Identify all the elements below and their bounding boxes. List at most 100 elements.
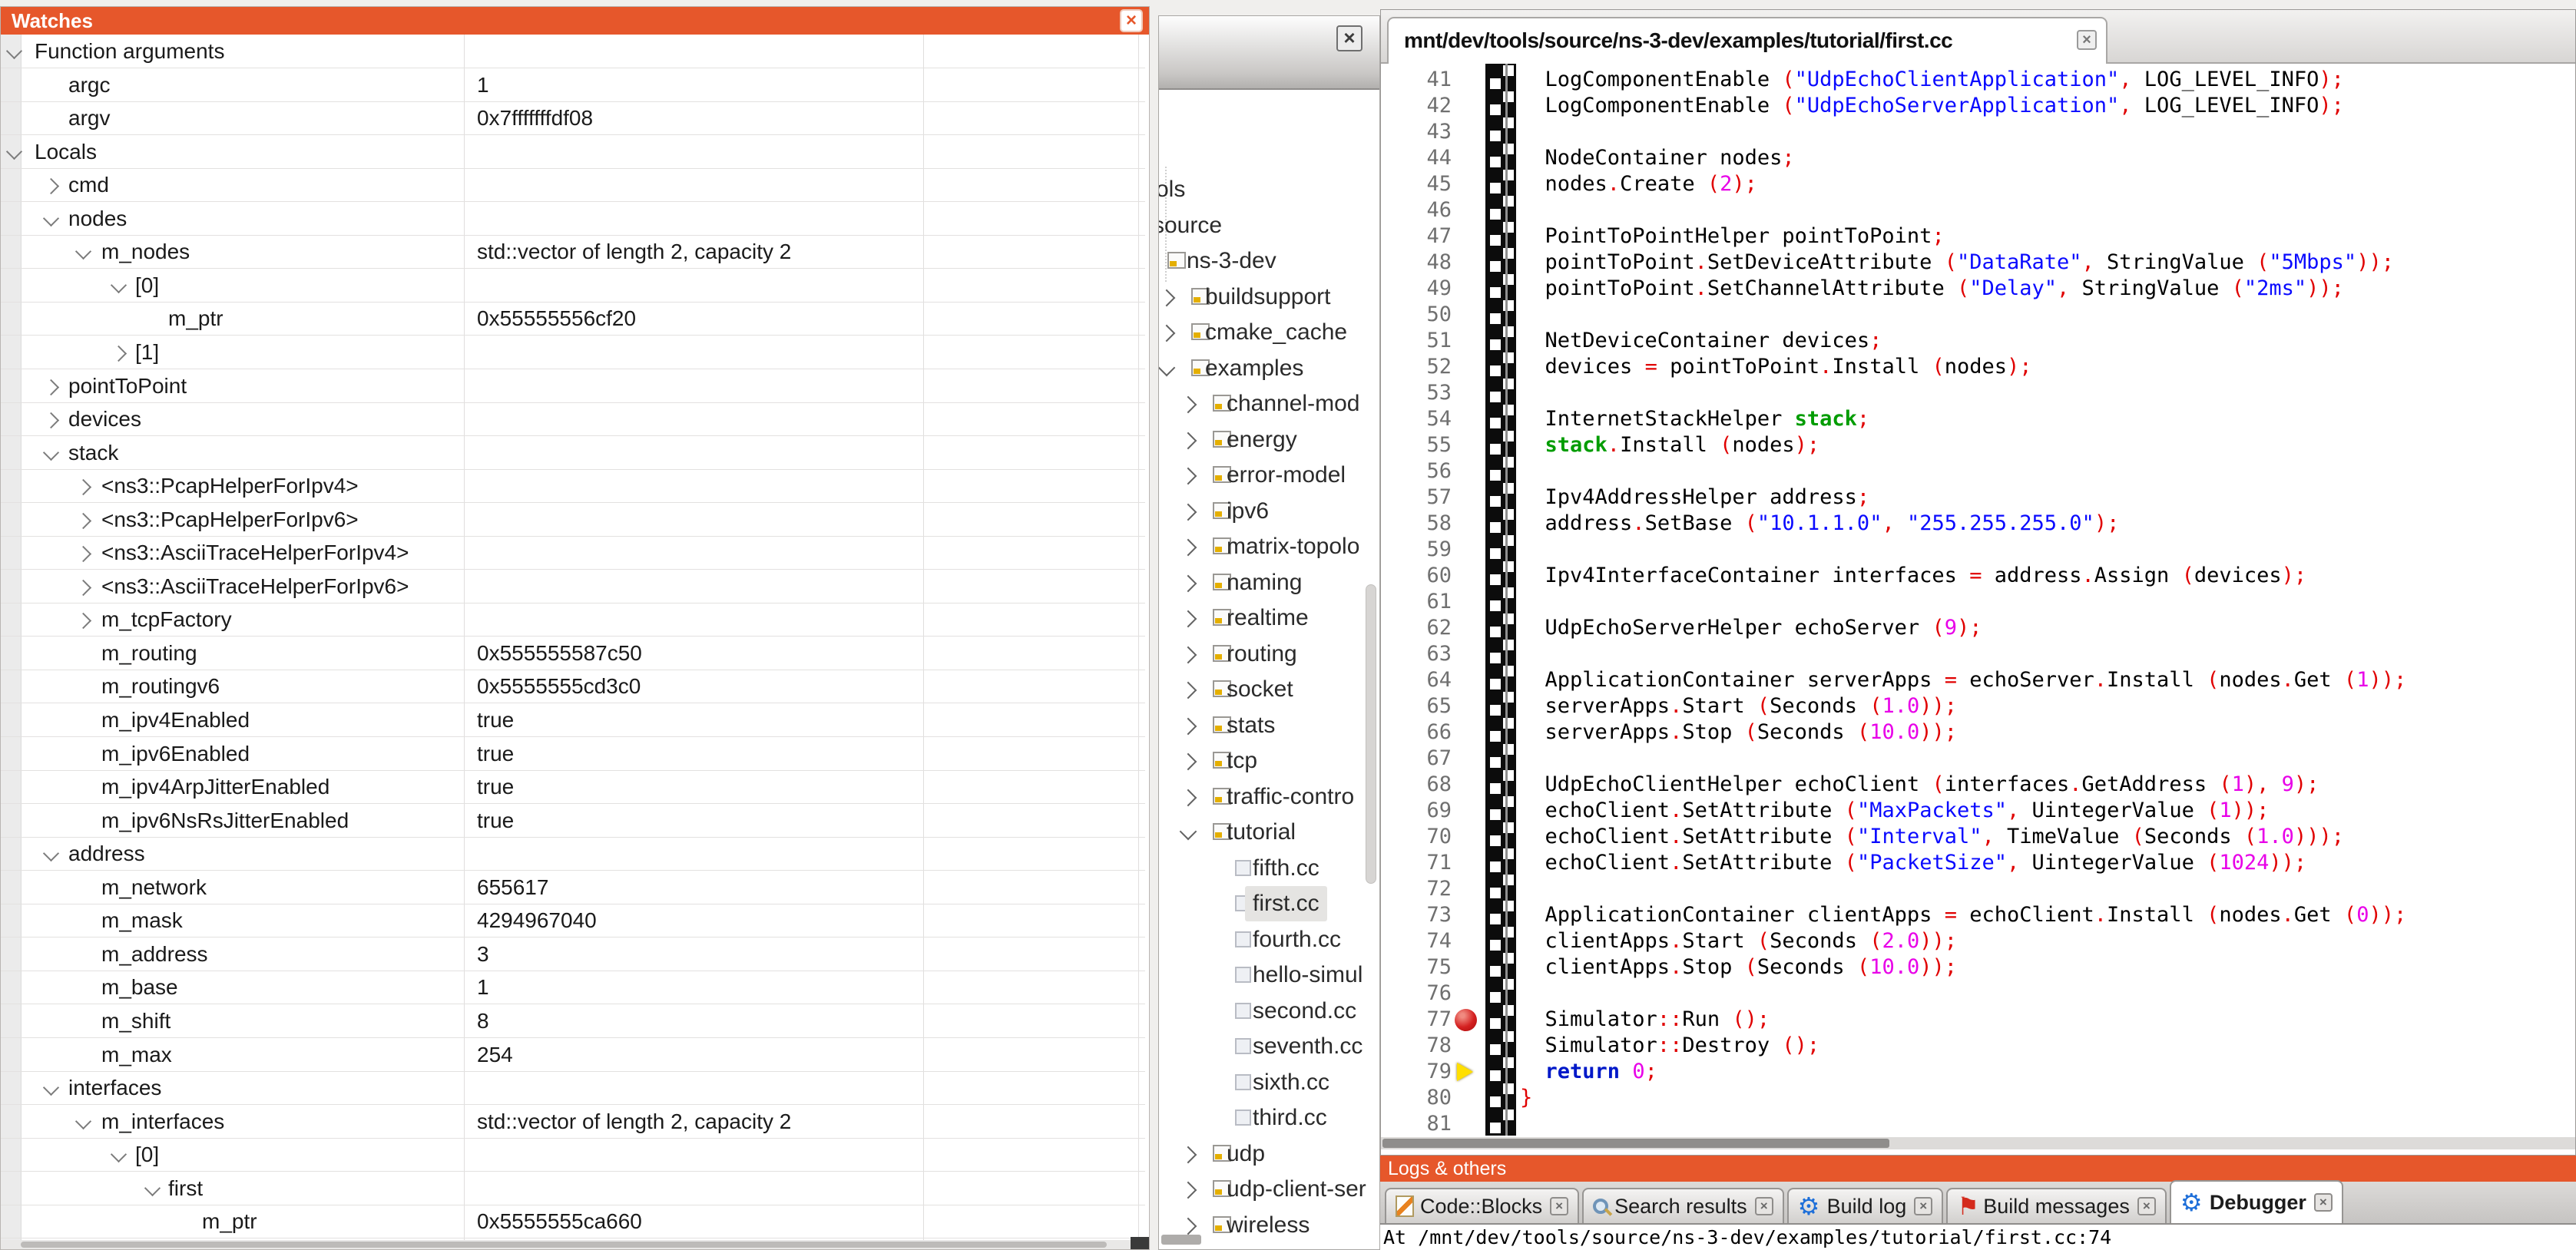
code-line-57[interactable]: 57 Ipv4AddressHelper address; [1381,484,2575,511]
close-icon[interactable]: × [1914,1197,1932,1215]
projects-tree[interactable]: olssourcens-3-devbuildsupportcmake_cache… [1159,90,1379,1249]
watch-row[interactable]: m_interfacesstd::vector of length 2, cap… [1,1105,1145,1139]
collapse-icon[interactable] [75,1113,91,1129]
resize-grip[interactable] [1131,1237,1149,1249]
code-line-63[interactable]: 63 [1381,641,2575,667]
code-line-56[interactable]: 56 [1381,458,2575,484]
watch-row[interactable]: argc1 [1,68,1145,102]
watch-row[interactable]: m_shift8 [1,1004,1145,1038]
tree-item-channel-mod[interactable]: channel-mod [1159,386,1379,422]
collapse-icon[interactable] [75,243,91,260]
code-line-74[interactable]: 74 clientApps.Start (Seconds (2.0)); [1381,928,2575,954]
watches-table[interactable]: Function argumentsargc1argv0x7fffffffdf0… [1,35,1149,1249]
watch-row[interactable]: m_ipv6Enabledtrue [1,737,1145,771]
editor-tab-first-cc[interactable]: mnt/dev/tools/source/ns-3-dev/examples/t… [1387,17,2107,64]
code-line-47[interactable]: 47 PointToPointHelper pointToPoint; [1381,223,2575,250]
tree-item-second-cc[interactable]: second.cc [1159,994,1379,1029]
code-line-58[interactable]: 58 address.SetBase ("10.1.1.0", "255.255… [1381,511,2575,537]
watch-row[interactable]: m_ipv4ArpJitterEnabledtrue [1,770,1145,804]
expand-icon[interactable] [75,613,91,629]
watches-horizontal-scrollbar[interactable] [1,1240,1149,1249]
code-line-61[interactable]: 61 [1381,589,2575,615]
close-icon[interactable]: × [2077,30,2097,50]
watch-row[interactable]: m_routing0x555555587c50 [1,637,1145,670]
close-icon[interactable]: × [2314,1193,2333,1212]
collapse-icon[interactable] [6,43,22,59]
collapse-icon[interactable] [144,1180,161,1196]
tree-vertical-scrollbar-thumb[interactable] [1366,584,1376,884]
watch-row[interactable]: stack [1,436,1145,470]
collapse-icon[interactable] [43,210,59,227]
watch-row[interactable]: [0] [1,1138,1145,1172]
editor-tabbar[interactable]: mnt/dev/tools/source/ns-3-dev/examples/t… [1381,10,2575,64]
code-line-62[interactable]: 62 UdpEchoServerHelper echoServer (9); [1381,615,2575,641]
log-tab-debugger[interactable]: ⚙Debugger× [2170,1180,2343,1223]
tree-item-examples[interactable]: examples [1159,351,1379,386]
code-line-80[interactable]: 80} [1381,1085,2575,1111]
watch-row[interactable]: m_tcpFactory [1,603,1145,637]
watch-row[interactable]: nodes [1,202,1145,236]
tree-item-udp-client-ser[interactable]: udp-client-ser [1159,1172,1379,1207]
expand-icon[interactable] [43,379,59,395]
close-icon[interactable]: × [2137,1197,2156,1215]
expand-icon[interactable] [43,412,59,428]
code-line-50[interactable]: 50 [1381,302,2575,328]
tree-item-cmake-cache[interactable]: cmake_cache [1159,315,1379,350]
expand-icon[interactable] [1180,1217,1197,1235]
code-line-66[interactable]: 66 serverApps.Stop (Seconds (10.0)); [1381,719,2575,746]
collapse-icon[interactable] [111,277,127,293]
tree-item-energy[interactable]: energy [1159,422,1379,458]
watch-row[interactable]: argv0x7fffffffdf08 [1,101,1145,135]
tree-item-fifth-cc[interactable]: fifth.cc [1159,851,1379,886]
watch-row[interactable]: [1] [1,336,1145,369]
collapse-icon[interactable] [43,1080,59,1096]
expand-icon[interactable] [1180,1146,1197,1163]
editor-horizontal-scrollbar[interactable] [1381,1137,2575,1149]
code-line-73[interactable]: 73 ApplicationContainer clientApps = ech… [1381,902,2575,928]
expand-icon[interactable] [75,546,91,562]
watch-row[interactable]: [0] [1,269,1145,303]
tree-horizontal-scrollbar-thumb[interactable] [1161,1235,1201,1245]
collapse-icon[interactable] [1159,359,1175,376]
close-icon[interactable]: × [1120,9,1143,32]
watch-row[interactable]: m_base1 [1,971,1145,1004]
tree-item-matrix-topolo[interactable]: matrix-topolo [1159,529,1379,564]
tree-item-tcp[interactable]: tcp [1159,743,1379,779]
expand-icon[interactable] [1180,539,1197,557]
code-line-54[interactable]: 54 InternetStackHelper stack; [1381,406,2575,432]
code-line-70[interactable]: 70 echoClient.SetAttribute ("Interval", … [1381,824,2575,850]
tree-item-stats[interactable]: stats [1159,708,1379,743]
tree-item-first-cc[interactable]: first.cc [1159,886,1379,921]
close-icon[interactable]: × [1755,1197,1773,1215]
code-line-59[interactable]: 59 [1381,537,2575,563]
log-tab-build-messages[interactable]: ⚑Build messages× [1946,1188,2167,1223]
code-line-52[interactable]: 52 devices = pointToPoint.Install (nodes… [1381,354,2575,380]
code-line-55[interactable]: 55 stack.Install (nodes); [1381,432,2575,458]
watch-row[interactable]: cmd [1,168,1145,202]
scrollbar-thumb[interactable] [1382,1139,1889,1148]
tree-item-seventh-cc[interactable]: seventh.cc [1159,1029,1379,1064]
tree-item-tutorial[interactable]: tutorial [1159,815,1379,850]
tree-item-udp[interactable]: udp [1159,1136,1379,1172]
watches-titlebar[interactable]: Watches × [1,7,1149,35]
expand-icon[interactable] [111,346,127,362]
code-line-64[interactable]: 64 ApplicationContainer serverApps = ech… [1381,667,2575,693]
tree-item-source[interactable]: source [1159,208,1379,243]
collapse-icon[interactable] [43,444,59,460]
expand-icon[interactable] [1180,717,1197,735]
collapse-icon[interactable] [6,144,22,160]
expand-icon[interactable] [1159,289,1175,306]
code-line-65[interactable]: 65 serverApps.Start (Seconds (1.0)); [1381,693,2575,719]
code-line-71[interactable]: 71 echoClient.SetAttribute ("PacketSize"… [1381,850,2575,876]
code-line-44[interactable]: 44 NodeContainer nodes; [1381,145,2575,171]
code-line-69[interactable]: 69 echoClient.SetAttribute ("MaxPackets"… [1381,798,2575,824]
scrollbar-thumb[interactable] [21,1242,1107,1248]
code-line-75[interactable]: 75 clientApps.Stop (Seconds (10.0)); [1381,954,2575,980]
expand-icon[interactable] [1159,325,1175,342]
expand-icon[interactable] [75,580,91,596]
watch-row[interactable]: first [1,1172,1145,1205]
tree-item-realtime[interactable]: realtime [1159,600,1379,636]
tree-item-error-model[interactable]: error-model [1159,458,1379,493]
tree-item-sixth-cc[interactable]: sixth.cc [1159,1065,1379,1100]
expand-icon[interactable] [1180,682,1197,699]
